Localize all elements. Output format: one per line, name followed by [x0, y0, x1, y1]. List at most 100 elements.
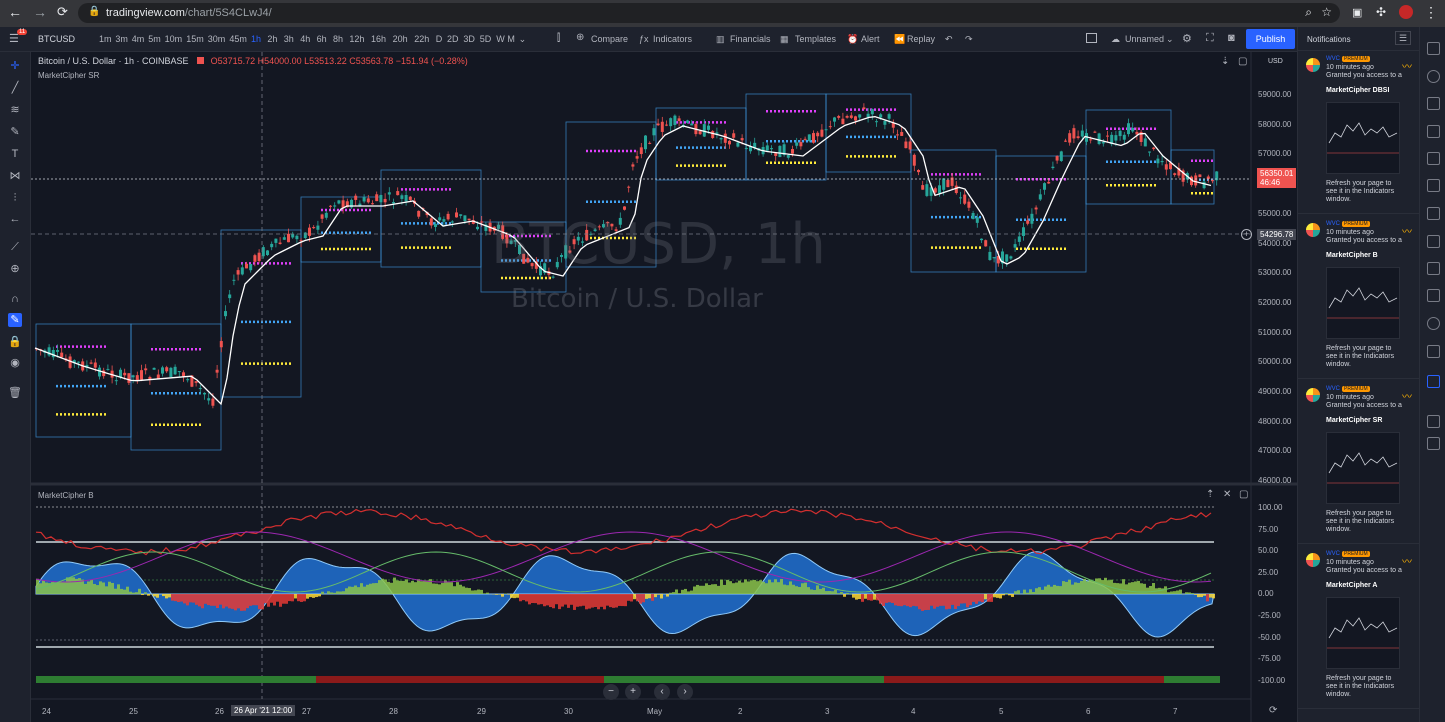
interval-20h[interactable]: 20h — [393, 34, 408, 44]
alerts-clock-icon[interactable] — [1427, 70, 1440, 83]
indicator-name[interactable]: MarketCipher B — [1326, 252, 1378, 259]
currency-label[interactable]: USD — [1268, 58, 1283, 65]
user-avatar[interactable] — [1306, 58, 1320, 72]
chat-icon[interactable] — [1427, 207, 1440, 220]
templates-button[interactable]: Templates — [795, 34, 836, 44]
ideas-icon[interactable] — [1427, 179, 1440, 192]
interval-10m[interactable]: 10m — [165, 34, 183, 44]
notification-user[interactable]: WVC — [1326, 386, 1340, 392]
indicator-legend-b[interactable]: MarketCipher B — [38, 491, 94, 500]
indicator-preview[interactable] — [1326, 267, 1400, 339]
notification-item[interactable]: WVC PREMIUM 〰 10 minutes ago Granted you acc… — [1298, 52, 1419, 214]
interval-4h[interactable]: 4h — [300, 34, 310, 44]
forward-icon[interactable]: → — [33, 4, 47, 20]
puzzle-icon[interactable]: ✣ — [1376, 5, 1386, 19]
snapshot-camera-icon[interactable]: ◙ — [1228, 32, 1235, 44]
interval-1h[interactable]: 1h — [251, 34, 261, 44]
replay-icon[interactable]: ⏪ — [894, 34, 905, 45]
maximize-sub-pane-icon[interactable]: ▢ — [1239, 489, 1248, 500]
interval-4m[interactable]: 4m — [132, 34, 145, 44]
zoom-out-button[interactable]: − — [603, 684, 619, 700]
indicators-icon[interactable]: ƒx — [639, 34, 649, 44]
indicators-button[interactable]: Indicators — [653, 34, 692, 44]
notification-item[interactable]: WVC PREMIUM 〰 10 minutes ago Granted you acc… — [1298, 547, 1419, 709]
trash-icon[interactable]: 🗑 — [8, 386, 22, 400]
undo-icon[interactable]: ↶ — [945, 34, 953, 45]
layout-name[interactable]: Unnamed — [1125, 34, 1164, 44]
interval-5m[interactable]: 5m — [148, 34, 161, 44]
chart-canvas[interactable] — [31, 52, 1297, 722]
chart-area[interactable]: BTCUSD, 1h Bitcoin / U.S. Dollar Bitcoin… — [31, 52, 1297, 722]
interval-3D[interactable]: 3D — [463, 34, 475, 44]
move-up-icon[interactable]: ⇡ — [1206, 489, 1214, 500]
interval-6h[interactable]: 6h — [317, 34, 327, 44]
calendar-2-icon[interactable] — [1427, 262, 1440, 275]
zoom-in-button[interactable]: + — [625, 684, 641, 700]
user-avatar[interactable] — [1306, 223, 1320, 237]
pattern-icon[interactable]: ⋈ — [8, 169, 22, 183]
financials-icon[interactable]: ▥ — [716, 34, 725, 45]
scroll-right-button[interactable]: › — [677, 684, 693, 700]
replay-button[interactable]: Replay — [907, 34, 935, 44]
text-tool-icon[interactable]: T — [8, 147, 22, 161]
interval-12h[interactable]: 12h — [349, 34, 364, 44]
indicator-preview[interactable] — [1326, 432, 1400, 504]
prediction-icon[interactable]: ⫶ — [8, 191, 22, 205]
watchlist-icon[interactable] — [1427, 42, 1440, 55]
hide-drawings-icon[interactable]: ◉ — [8, 356, 22, 370]
interval-D[interactable]: D — [436, 34, 443, 44]
fullscreen-icon[interactable]: ⛶ — [1206, 32, 1214, 45]
reload-icon[interactable]: ⟳ — [57, 4, 68, 20]
brush-icon[interactable]: ✎ — [8, 125, 22, 139]
chat-2-icon[interactable] — [1427, 289, 1440, 302]
address-bar[interactable]: 🔒 tradingview.com/chart/5S4CLwJ4/ ⌕ ☆ — [78, 3, 1340, 23]
alert-icon[interactable]: ⏰ — [847, 34, 858, 45]
alert-button[interactable]: Alert — [861, 34, 880, 44]
interval-W[interactable]: W — [496, 34, 505, 44]
interval-22h[interactable]: 22h — [414, 34, 429, 44]
add-alert-plus-icon[interactable]: + — [1241, 229, 1252, 240]
trend-line-icon[interactable]: ╱ — [8, 81, 22, 95]
lock-drawings-icon[interactable]: 🔒 — [8, 335, 22, 349]
auto-scale-icon[interactable]: ⟳ — [1269, 705, 1277, 716]
interval-2h[interactable]: 2h — [267, 34, 277, 44]
lightbulb-icon[interactable] — [1427, 317, 1440, 330]
layout-icon[interactable] — [1086, 33, 1097, 43]
chevron-down-icon[interactable]: ⌄ — [1166, 34, 1174, 45]
interval-45m[interactable]: 45m — [229, 34, 247, 44]
indicator-legend-sr[interactable]: MarketCipher SR — [38, 71, 99, 80]
compare-button[interactable]: Compare — [591, 34, 628, 44]
interval-5D[interactable]: 5D — [480, 34, 492, 44]
notification-item[interactable]: WVC PREMIUM 〰 10 minutes ago Granted you acc… — [1298, 382, 1419, 544]
indicator-preview[interactable] — [1326, 102, 1400, 174]
cloud-icon[interactable]: ☁ — [1111, 34, 1120, 45]
maximize-pane-icon[interactable]: ▢ — [1238, 56, 1247, 67]
interval-30m[interactable]: 30m — [208, 34, 226, 44]
data-window-icon[interactable] — [1427, 97, 1440, 110]
crosshair-icon[interactable]: ✛ — [8, 59, 22, 73]
profile-avatar[interactable] — [1399, 5, 1413, 19]
collapse-icon[interactable] — [1427, 437, 1440, 450]
indicator-name[interactable]: MarketCipher SR — [1326, 417, 1382, 424]
symbol-search[interactable]: BTCUSD — [38, 34, 75, 44]
keep-drawing-icon[interactable]: ✎ — [8, 313, 22, 327]
back-arrow-icon[interactable]: ← — [8, 212, 22, 226]
intervals-chevron-icon[interactable]: ⌄ — [519, 34, 527, 45]
close-pane-icon[interactable]: ✕ — [1223, 489, 1231, 500]
financials-button[interactable]: Financials — [730, 34, 771, 44]
menu-dots-icon[interactable]: ⋮ — [1424, 4, 1438, 21]
indicator-name[interactable]: MarketCipher DBSI — [1326, 87, 1389, 94]
interval-16h[interactable]: 16h — [371, 34, 386, 44]
ruler-icon[interactable]: ⟋ — [8, 240, 22, 254]
help-icon[interactable] — [1427, 345, 1440, 358]
interval-3m[interactable]: 3m — [115, 34, 128, 44]
indicator-preview[interactable] — [1326, 597, 1400, 669]
bar-style-icon[interactable]: ⫿ — [557, 33, 560, 44]
notification-user[interactable]: WVC — [1326, 551, 1340, 557]
indicator-name[interactable]: MarketCipher A — [1326, 582, 1377, 589]
notification-item[interactable]: WVC PREMIUM 〰 10 minutes ago Granted you acc… — [1298, 217, 1419, 379]
interval-15m[interactable]: 15m — [186, 34, 204, 44]
interval-1m[interactable]: 1m — [99, 34, 112, 44]
list-menu-icon[interactable]: ☰ — [1395, 31, 1411, 45]
hotlist-icon[interactable] — [1427, 125, 1440, 138]
